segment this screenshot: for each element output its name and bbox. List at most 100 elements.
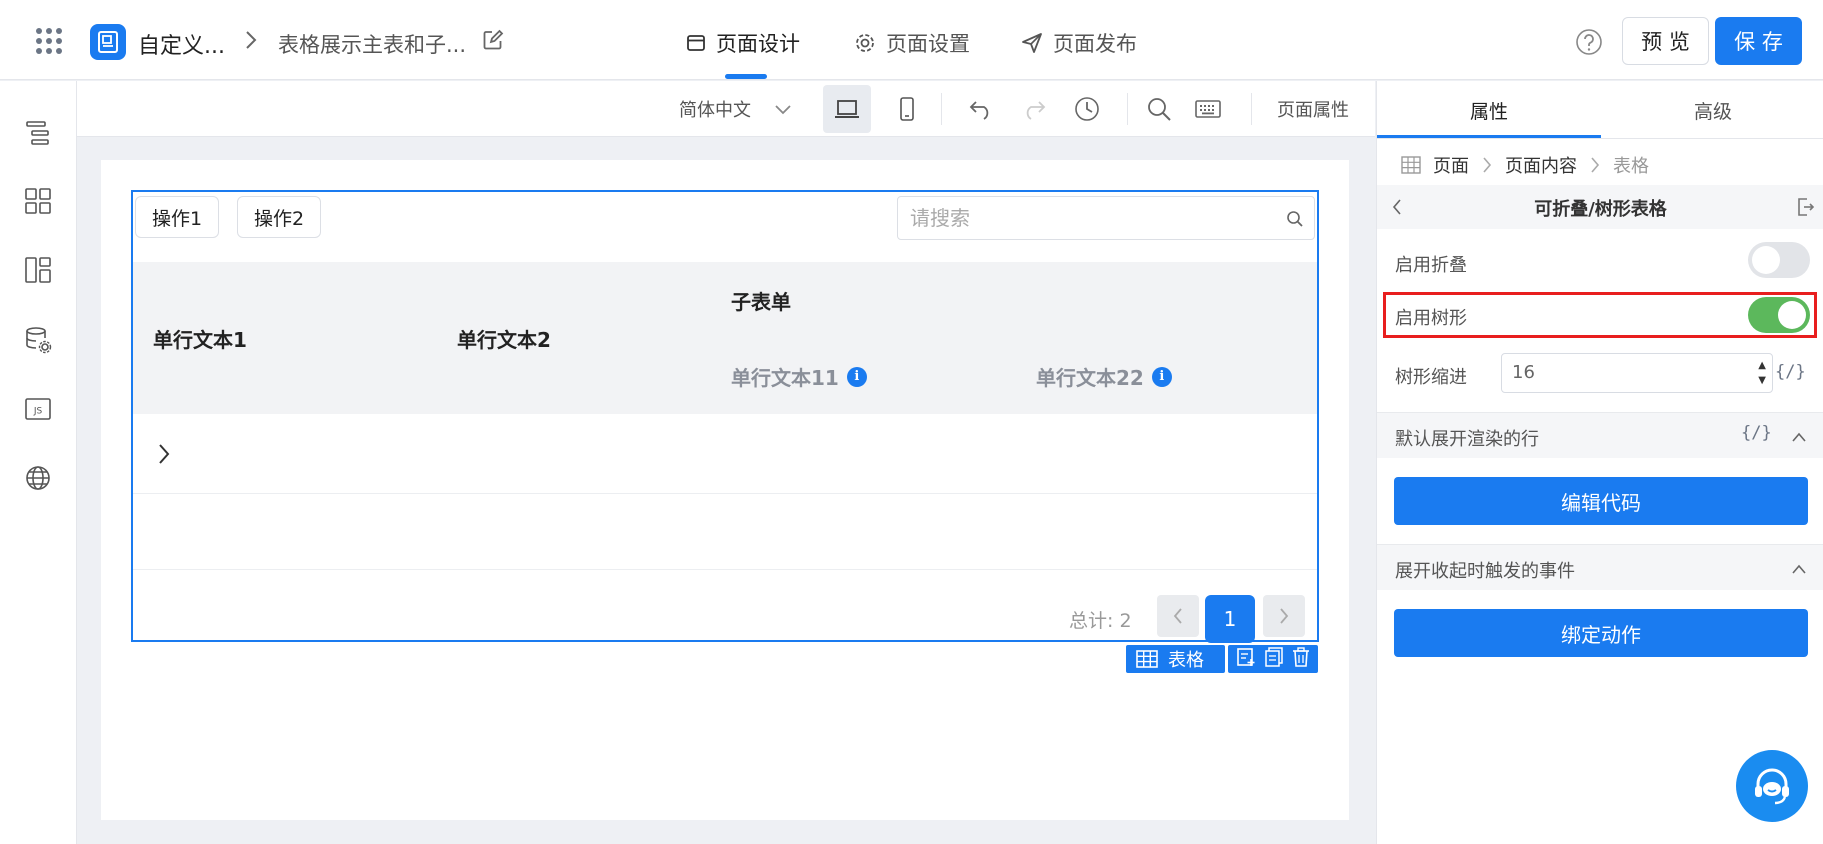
bind-action-button[interactable]: 绑定动作 [1394,609,1808,657]
chevron-down-icon[interactable] [773,101,793,122]
page-properties-link[interactable]: 页面属性 [1277,96,1349,122]
prev-page-button[interactable] [1157,595,1199,637]
table-icon [1401,156,1421,174]
browser-window-icon [687,35,705,51]
desktop-view-button[interactable] [823,85,871,133]
top-bar: 自定义... 表格展示主表和子... 页面设计 页面设置 页面发布 预 览 保 … [0,0,1823,80]
svg-text:JS: JS [33,407,43,417]
breadcrumb-app[interactable]: 自定义... [138,28,225,60]
info-icon[interactable]: i [1151,366,1172,387]
enable-tree-toggle[interactable] [1748,297,1810,333]
selected-component-tag[interactable]: 表格 [1126,645,1225,673]
tab-properties[interactable]: 属性 [1377,97,1601,124]
globe-icon[interactable] [24,464,52,492]
save-button[interactable]: 保 存 [1715,17,1802,65]
breadcrumb-page[interactable]: 表格展示主表和子... [278,29,466,59]
laptop-icon [835,100,859,118]
outline-tree-icon[interactable] [24,119,52,147]
enable-collapse-label: 启用折叠 [1395,255,1467,276]
breadcrumb-item[interactable]: 页面内容 [1505,152,1577,178]
canvas-toolbar: 简体中文 页面属性 [77,81,1375,137]
next-page-button[interactable] [1263,595,1305,637]
tab-page-settings[interactable]: 页面设置 [854,28,970,58]
current-page-button[interactable]: 1 [1205,595,1255,643]
table-search[interactable] [897,196,1315,240]
search-icon [1148,98,1171,121]
chevron-up-icon[interactable] [1790,427,1808,448]
tabs-divider [1377,138,1823,139]
edit-icon[interactable] [482,29,504,56]
tab-page-design[interactable]: 页面设计 [686,28,800,58]
breadcrumb-item[interactable]: 页面 [1433,152,1469,178]
sub-column-header: 单行文本11 i [731,362,867,391]
code-expression-icon[interactable]: {/} [1775,362,1806,382]
default-expand-label: 默认展开渲染的行 [1395,429,1539,450]
left-rail: JS [0,81,77,844]
tree-indent-input[interactable]: 16 ▲ ▼ [1501,353,1773,393]
exit-icon[interactable] [1797,197,1815,222]
help-icon[interactable] [1575,28,1603,61]
table-row[interactable] [133,414,1317,494]
column-header: 单行文本2 [457,328,551,352]
toolbar-divider [1127,93,1128,125]
section-title-bar: 可折叠/树形表格 [1377,185,1823,229]
selected-component-actions [1228,645,1318,673]
app-logo-icon [90,24,126,60]
code-expression-icon[interactable]: {/} [1741,423,1772,443]
chevron-right-icon [1280,608,1289,624]
info-icon[interactable]: i [846,366,867,387]
mobile-view-button[interactable] [883,85,931,133]
action2-button[interactable]: 操作2 [237,196,322,238]
edit-code-button[interactable]: 编辑代码 [1394,477,1808,525]
tab-page-publish-label: 页面发布 [1053,32,1137,56]
table-icon [1136,650,1158,668]
insert-component-icon[interactable] [1236,647,1256,672]
stepper-arrows-icon[interactable]: ▲ ▼ [1758,358,1766,388]
chevron-left-icon [1173,608,1182,624]
table-search-input[interactable] [898,197,1258,239]
action1-button[interactable]: 操作1 [135,196,220,238]
search-icon[interactable] [1286,210,1304,233]
components-grid-icon[interactable] [24,187,52,215]
headset-icon [1755,768,1789,805]
delete-component-icon[interactable] [1292,646,1310,672]
js-code-icon[interactable]: JS [24,395,52,423]
tab-page-settings-label: 页面设置 [886,32,970,56]
tree-indent-value: 16 [1512,362,1535,383]
panel-section-title: 可折叠/树形表格 [1534,199,1667,220]
expand-row-icon[interactable] [157,442,171,471]
sub-column-label: 单行文本11 [731,366,839,390]
chevron-right-icon [1483,157,1492,173]
tab-page-publish[interactable]: 页面发布 [1021,28,1137,58]
tab-page-design-label: 页面设计 [716,32,800,56]
active-tab-indicator [725,74,767,79]
undo-button[interactable] [957,85,1005,133]
column-group-header: 子表单 [731,290,791,314]
layout-icon[interactable] [24,256,52,284]
app-grid-icon[interactable] [36,28,62,54]
table-row[interactable] [133,494,1317,570]
pagination-total: 总计: 2 [1069,610,1132,632]
toggle-event-section[interactable]: 展开收起时触发的事件 [1377,544,1823,590]
data-source-icon[interactable] [24,326,52,354]
undo-icon [969,101,989,120]
history-button[interactable] [1063,85,1111,133]
preview-button[interactable]: 预 览 [1622,17,1709,65]
enable-collapse-toggle[interactable] [1748,242,1810,278]
chevron-up-icon[interactable] [1790,559,1808,580]
toolbar-divider [941,93,942,125]
keyboard-shortcuts-button[interactable] [1184,85,1232,133]
search-button[interactable] [1135,85,1183,133]
phone-icon [900,97,914,121]
customer-support-button[interactable] [1736,750,1808,822]
gear-icon [856,34,874,52]
tree-indent-label: 树形缩进 [1395,367,1467,388]
redo-button[interactable] [1010,85,1058,133]
copy-component-icon[interactable] [1264,646,1284,672]
language-select[interactable]: 简体中文 [679,96,751,122]
tab-advanced[interactable]: 高级 [1601,97,1823,124]
properties-panel: 属性 高级 页面 页面内容 表格 可折叠/树形表格 启用折叠 启用树形 树形缩进 [1376,81,1823,844]
component-breadcrumb: 页面 页面内容 表格 [1401,145,1649,185]
default-expand-section[interactable]: 默认展开渲染的行 {/} [1377,412,1823,458]
table-component[interactable]: 操作1 操作2 单行文本1 单行文本2 子表单 单行文本11 i 单行文本22 … [131,190,1319,643]
